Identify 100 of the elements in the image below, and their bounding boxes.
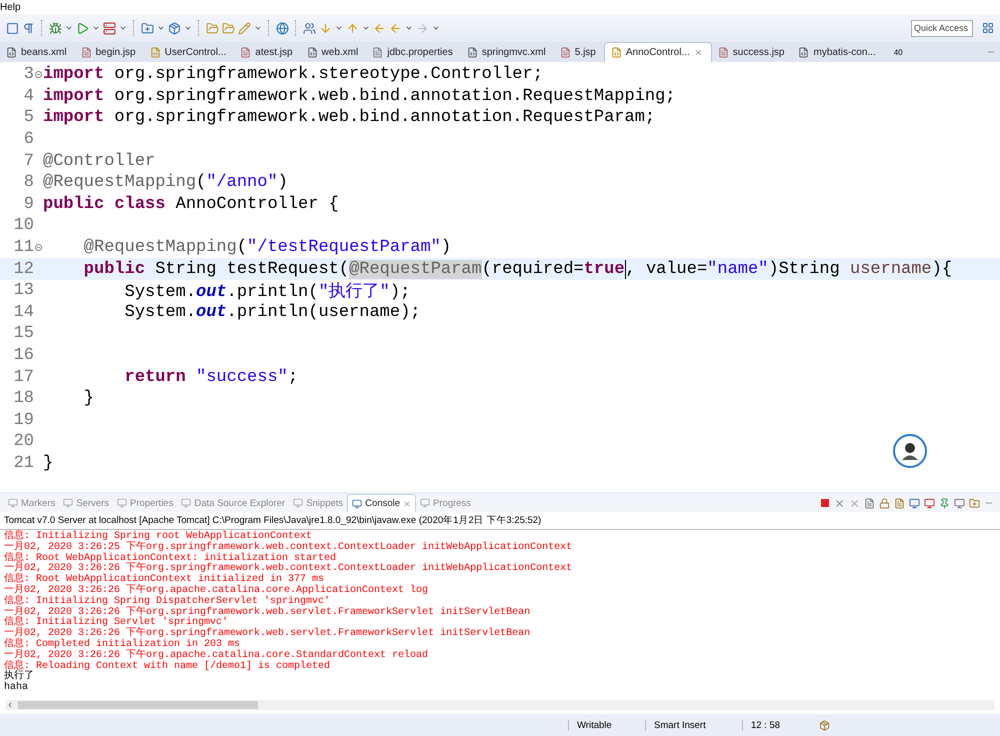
close-icon[interactable] (694, 48, 703, 57)
dropdown-icon[interactable] (92, 24, 100, 32)
dropdown-icon[interactable] (65, 24, 73, 32)
line-number: 5 (22, 108, 34, 128)
line-number: 14 (12, 302, 34, 322)
tabs-overflow-count[interactable]: 40 (894, 48, 903, 56)
folder-icon[interactable] (222, 22, 235, 34)
new-folder-icon[interactable] (141, 22, 154, 34)
line-number: 12 (12, 260, 34, 279)
line-number: 20 (12, 432, 34, 452)
line-number: 11 (12, 238, 34, 258)
stop-icon[interactable] (820, 498, 830, 508)
dropdown-icon[interactable] (254, 24, 262, 32)
status-text: Smart Insert (645, 720, 742, 730)
folder-icon[interactable] (206, 22, 219, 34)
dropdown-icon[interactable] (362, 24, 370, 32)
console-title: Tomcat v7.0 Server at localhost [Apache Tomcat] C:\Program Files\Java\jre1.8.0_92\bin\javaw.exe (2020年1月2日 下午3:25:52) (0, 512, 1000, 530)
editor-tab[interactable]: mybatis-con... (792, 43, 884, 62)
xml-file-icon (6, 47, 17, 58)
pilcrow-icon[interactable] (22, 22, 35, 34)
console-line: 一月02, 2020 3:26:25 下午org.springframework.web.context.ContextLoader initWebApplicationContext (4, 542, 574, 553)
console-line: 一月02, 2020 3:26:26 下午org.apache.catalina.core.ApplicationContext log (4, 586, 430, 596)
console-line: 执行了 (4, 672, 35, 682)
line-number: 7 (22, 152, 34, 171)
text-file-icon (372, 47, 384, 58)
console-line: haha (4, 683, 30, 694)
remove-all-icon[interactable] (849, 498, 860, 508)
package-icon[interactable] (168, 22, 181, 34)
dropdown-icon[interactable] (432, 24, 440, 32)
avatar-icon[interactable] (892, 433, 928, 469)
editor-tab[interactable]: springmvc.xml (460, 43, 554, 62)
line-number: 13 (12, 281, 34, 300)
quick-access-field[interactable]: Quick Access (911, 20, 973, 36)
editor-tab[interactable]: beans.xml (0, 43, 75, 62)
server-icon[interactable] (103, 22, 116, 34)
editor-tab[interactable]: AnnoControl... (604, 42, 712, 62)
code-line: @RequestMapping("/testRequestParam") (82, 238, 452, 258)
console-error-icon[interactable] (924, 498, 935, 508)
close-icon[interactable] (403, 500, 412, 508)
globe-icon[interactable] (276, 22, 289, 34)
code-line: return "success"; (124, 368, 298, 387)
editor-tab[interactable]: jdbc.properties (366, 43, 461, 62)
dropdown-icon[interactable] (119, 24, 127, 32)
console-line: 信息: Initializing Servlet 'springmvc' (4, 618, 228, 628)
line-number: 17 (12, 368, 34, 387)
line-number: 16 (12, 346, 34, 366)
java-file-icon (150, 47, 161, 58)
dropdown-icon[interactable] (405, 24, 413, 32)
scroll-left-icon[interactable] (6, 701, 14, 709)
editor-tab[interactable]: web.xml (300, 43, 366, 62)
view-icon (420, 498, 430, 508)
code-line: System.out.println(username); (124, 302, 420, 322)
fold-icon[interactable] (35, 71, 42, 78)
dropdown-icon[interactable] (335, 24, 343, 32)
jsp-file-icon (240, 47, 252, 58)
code-line: public class AnnoController { (43, 194, 339, 214)
line-number: 19 (12, 410, 34, 430)
fold-icon[interactable] (35, 244, 42, 252)
xml-file-icon (466, 47, 478, 58)
view-icon (8, 498, 18, 508)
view-icon (352, 498, 362, 508)
code-line: } (43, 454, 54, 473)
console-output-icon[interactable] (909, 498, 920, 508)
code-line: import org.springframework.web.bind.annotation.RequestMapping; (43, 86, 676, 106)
line-number: 10 (12, 216, 34, 236)
code-line: } (82, 389, 94, 408)
square-icon[interactable] (6, 22, 19, 34)
lock-icon[interactable] (879, 498, 890, 508)
editor-tab[interactable]: begin.jsp (74, 43, 144, 62)
java-file-icon (610, 47, 622, 58)
display-console-icon[interactable] (954, 498, 965, 508)
editor-tab[interactable]: atest.jsp (234, 43, 301, 62)
status-text: Writable (568, 720, 645, 730)
users-icon[interactable] (303, 22, 316, 34)
line-number: 4 (22, 86, 34, 106)
line-number: 21 (12, 454, 34, 473)
code-line: public String testRequest(@RequestParam(required=true, value="name")String username){ (82, 260, 952, 279)
view-tab[interactable]: Console (347, 494, 416, 512)
view-icon (63, 498, 74, 508)
editor-tab[interactable]: UserControl... (144, 43, 234, 62)
console-line: 信息: Root WebApplicationContext initialized in 377 ms (4, 575, 324, 586)
pin-icon[interactable] (939, 498, 950, 508)
dropdown-icon[interactable] (184, 24, 192, 32)
xml-file-icon (306, 47, 318, 58)
scrollbar-thumb[interactable] (18, 701, 258, 709)
code-line: import org.springframework.web.bind.annotation.RequestParam; (43, 108, 656, 128)
console-line: 信息: Completed initialization in 203 ms (4, 640, 240, 650)
editor-tab[interactable]: 5.jsp (554, 43, 604, 62)
line-number: 9 (22, 194, 34, 214)
remove-icon[interactable] (834, 498, 845, 508)
perspective-icon[interactable] (982, 22, 994, 34)
menu-item[interactable]: Help (0, 2, 23, 12)
line-number: 18 (12, 389, 34, 408)
editor-tab[interactable]: success.jsp (712, 43, 792, 62)
line-number: 8 (22, 173, 34, 192)
dropdown-icon[interactable] (157, 24, 165, 32)
line-number: 3 (22, 65, 34, 84)
bug-icon[interactable] (49, 22, 62, 34)
code-line: import org.springframework.stereotype.Controller; (43, 65, 543, 84)
line-number: 15 (12, 324, 34, 344)
